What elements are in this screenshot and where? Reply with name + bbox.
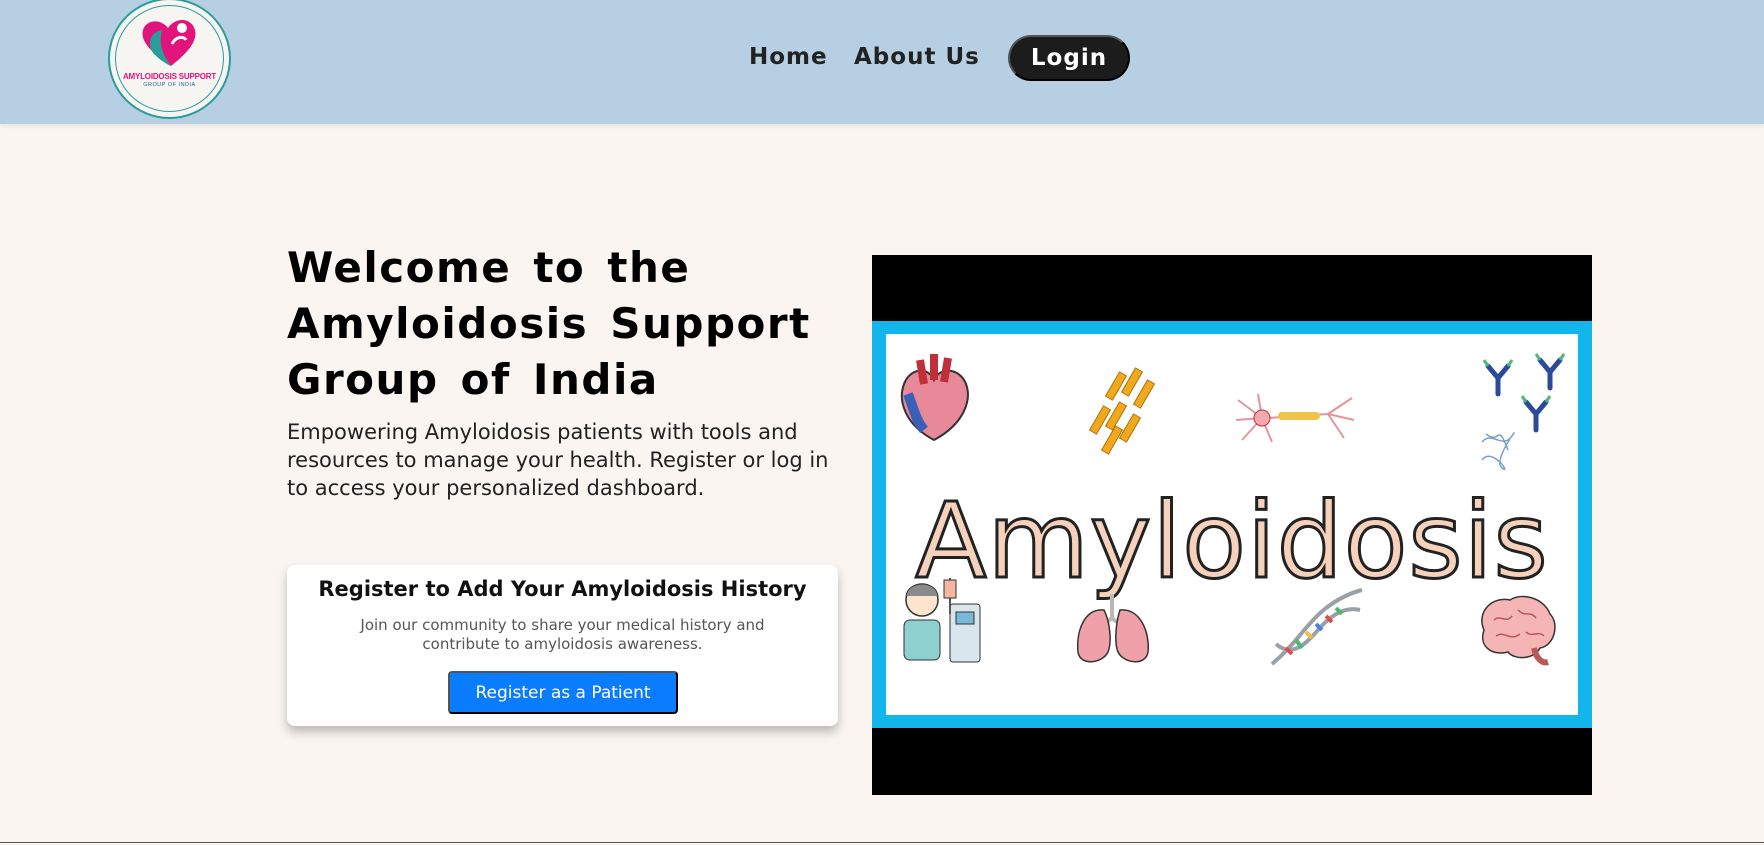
heart-logo-icon (142, 19, 196, 66)
register-card-text: Join our community to share your medical… (360, 616, 765, 653)
logo-text-line2: GROUP OF INDIA (143, 82, 196, 88)
dialysis-patient-icon (903, 578, 981, 663)
site-logo[interactable]: AMYLOIDOSIS SUPPORT GROUP OF INDIA (108, 0, 231, 119)
fibrils-icon (1088, 367, 1156, 455)
video-frame-content: Amyloidosis (886, 334, 1578, 715)
dna-icon (1270, 588, 1363, 666)
heart-organ-icon (900, 354, 969, 442)
logo-text-line1: AMYLOIDOSIS SUPPORT (122, 72, 217, 81)
login-button[interactable]: Login (1008, 35, 1130, 81)
register-card: Register to Add Your Amyloidosis History… (287, 565, 838, 726)
register-card-title: Register to Add Your Amyloidosis History (318, 577, 807, 601)
video-title-word: Amyloidosis (914, 479, 1549, 604)
page-bottom-divider (0, 842, 1764, 843)
register-patient-button[interactable]: Register as a Patient (448, 671, 678, 714)
antibodies-icon (1481, 353, 1566, 471)
neuron-icon (1235, 393, 1355, 443)
video-player[interactable]: Amyloidosis (872, 255, 1592, 795)
hero-title: Welcome to the Amyloidosis Support Group… (287, 243, 811, 404)
nav-home-link[interactable]: Home (749, 44, 828, 70)
hero-subtitle: Empowering Amyloidosis patients with too… (287, 420, 829, 500)
top-navbar: AMYLOIDOSIS SUPPORT GROUP OF INDIA Home … (0, 0, 1764, 124)
brain-icon (1481, 595, 1556, 666)
video-frame: Amyloidosis (872, 321, 1592, 728)
nav-about-link[interactable]: About Us (854, 44, 980, 70)
lungs-icon (1076, 594, 1149, 663)
